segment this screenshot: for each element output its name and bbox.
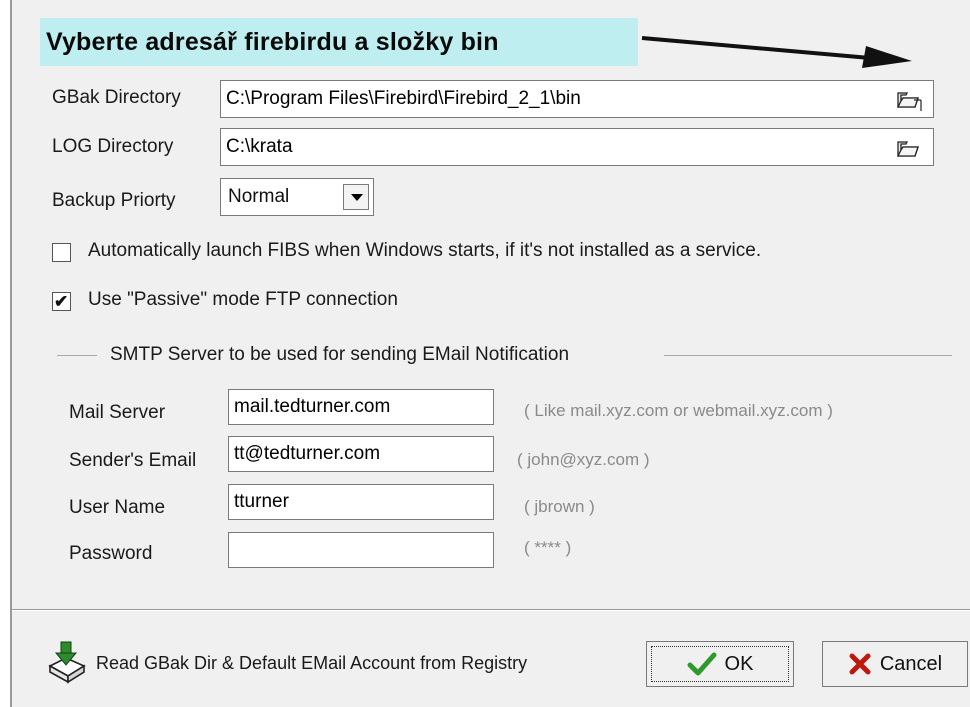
gbak-directory-field[interactable]: C:\Program Files\Firebird\Firebird_2_1\b… [220, 80, 934, 118]
password-input[interactable] [228, 532, 494, 568]
autolaunch-checkbox[interactable] [52, 243, 71, 262]
user-name-hint: ( jbrown ) [524, 497, 595, 516]
registry-read-icon[interactable] [46, 640, 88, 684]
instruction-banner: Vyberte adresář firebirdu a složky bin [40, 18, 638, 66]
cancel-label: Cancel [879, 652, 943, 675]
gbak-directory-value: C:\Program Files\Firebird\Firebird_2_1\b… [226, 88, 581, 109]
footer-separator-highlight [12, 610, 970, 611]
sender-email-label: Sender's Email [69, 450, 197, 471]
user-name-label: User Name [69, 497, 166, 518]
passive-ftp-label: Use "Passive" mode FTP connection [88, 289, 398, 310]
mail-server-label: Mail Server [69, 402, 166, 423]
checkmark-icon: ✔ [54, 292, 69, 311]
sender-email-input[interactable]: tt@tedturner.com [228, 436, 494, 472]
read-registry-link[interactable]: Read GBak Dir & Default EMail Account fr… [96, 653, 527, 674]
smtp-group-title: SMTP Server to be used for sending EMail… [110, 344, 570, 365]
password-hint: ( **** ) [524, 538, 572, 557]
log-directory-value: C:\krata [226, 136, 293, 157]
settings-dialog: Vyberte adresář firebirdu a složky bin G… [10, 0, 970, 707]
checkmark-icon [687, 652, 717, 676]
group-line-left [57, 355, 97, 356]
backup-priority-label: Backup Priorty [52, 190, 176, 211]
sender-email-value: tt@tedturner.com [234, 443, 381, 464]
mail-server-input[interactable]: mail.tedturner.com [228, 389, 494, 425]
backup-priority-value: Normal [228, 186, 290, 207]
user-name-value: tturner [234, 491, 289, 512]
gbak-directory-label: GBak Directory [52, 87, 181, 108]
dropdown-arrow-icon[interactable] [343, 184, 369, 210]
cancel-button[interactable]: Cancel [822, 641, 968, 687]
log-directory-label: LOG Directory [52, 136, 174, 157]
ok-button[interactable]: OK [646, 641, 794, 687]
passive-ftp-checkbox[interactable]: ✔ [52, 292, 71, 311]
sender-email-hint: ( john@xyz.com ) [517, 450, 650, 469]
mail-server-value: mail.tedturner.com [234, 396, 391, 417]
annotation-arrow [641, 36, 912, 68]
log-directory-field[interactable]: C:\krata [220, 128, 934, 166]
ok-label: OK [724, 652, 754, 675]
browse-gbak-folder-icon[interactable] [896, 89, 922, 111]
mail-server-hint: ( Like mail.xyz.com or webmail.xyz.com ) [524, 401, 833, 420]
close-icon [849, 653, 871, 675]
password-label: Password [69, 543, 153, 564]
backup-priority-select[interactable]: Normal [220, 178, 374, 216]
group-line-right [664, 355, 952, 356]
autolaunch-label: Automatically launch FIBS when Windows s… [88, 240, 762, 261]
browse-log-folder-icon[interactable] [896, 138, 922, 160]
user-name-input[interactable]: tturner [228, 484, 494, 520]
